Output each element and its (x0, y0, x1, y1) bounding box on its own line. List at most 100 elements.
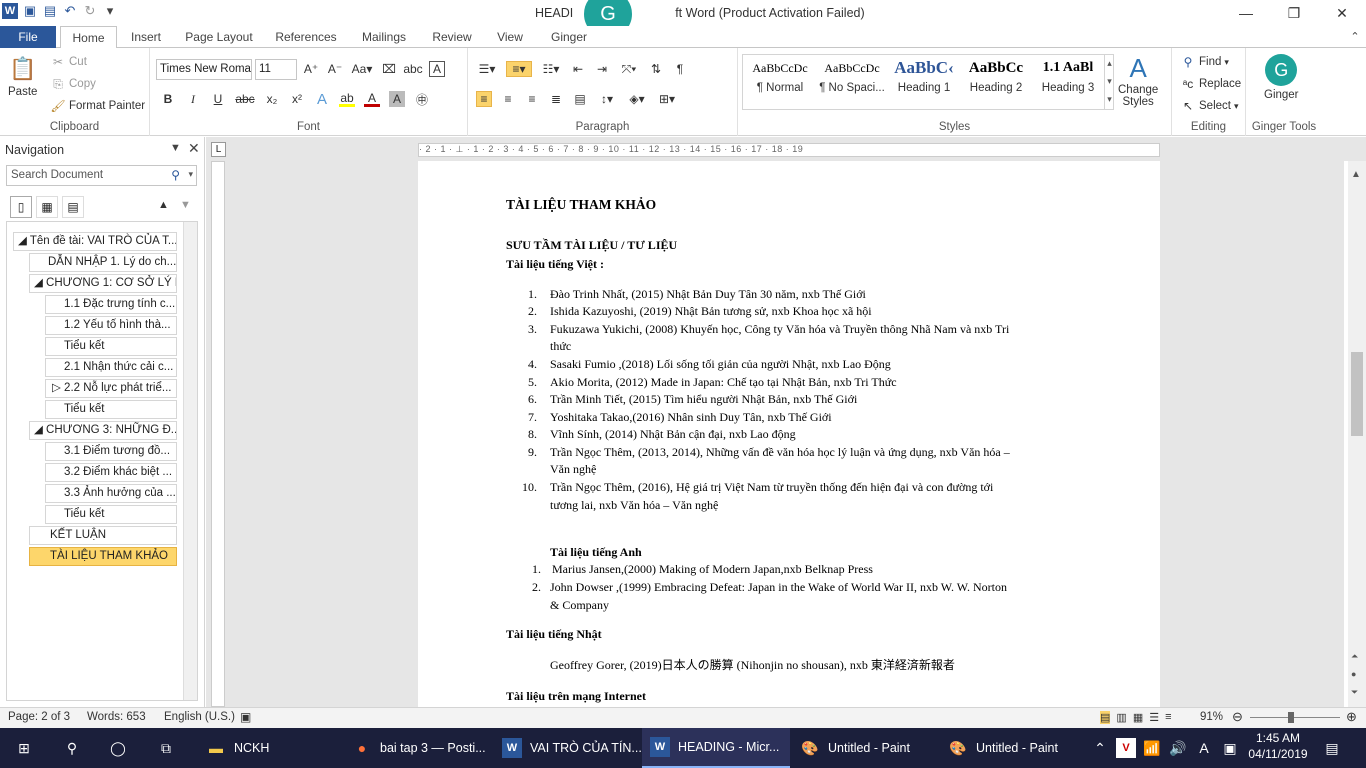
distributed-icon[interactable]: ▤ (572, 91, 588, 107)
style-heading-3[interactable]: 1.1 AaBl Heading 3 (1032, 54, 1104, 104)
zoom-slider[interactable] (1250, 717, 1340, 718)
tab-mailings[interactable]: Mailings (354, 26, 414, 48)
print-preview-icon[interactable]: ▤ (42, 3, 58, 19)
shading-icon[interactable]: ◈▾ (626, 91, 648, 107)
find-button[interactable]: ⚲ Find ▾ (1180, 54, 1229, 70)
styles-scroll[interactable]: ▴ ▾ ▾ (1104, 54, 1114, 110)
task-view-button[interactable]: ⧉ (156, 728, 176, 768)
format-painter-button[interactable]: 🖌 Format Painter (50, 98, 145, 114)
multilevel-list-icon[interactable]: ☷▾ (540, 61, 562, 77)
word-count[interactable]: Words: 653 (87, 711, 146, 723)
network-icon[interactable]: 📶 (1142, 738, 1162, 758)
clock[interactable]: 1:45 AM 04/11/2019 (1248, 731, 1308, 761)
tab-ginger[interactable]: Ginger (540, 26, 598, 48)
tab-file[interactable]: File (0, 26, 56, 48)
vertical-ruler[interactable] (211, 161, 225, 707)
headings-view-icon[interactable]: ▯ (10, 196, 32, 218)
restore-button[interactable]: ❐ (1270, 0, 1318, 26)
superscript-button[interactable]: x² (289, 91, 305, 107)
antivirus-icon[interactable]: V (1116, 738, 1136, 758)
nav-options-icon[interactable]: ▼ (170, 142, 181, 154)
nav-item[interactable]: Tiểu kết (45, 505, 177, 524)
taskbar-item[interactable]: 🎨 Untitled - Paint (940, 728, 1086, 768)
prev-page-icon[interactable]: ⏶ (1351, 651, 1358, 662)
tab-view[interactable]: View (490, 26, 530, 48)
justify-icon[interactable]: ≣ (548, 91, 564, 107)
ginger-button[interactable]: G Ginger (1264, 54, 1299, 101)
nav-item[interactable]: 2.1 Nhận thức cải c... (45, 358, 177, 377)
character-border-icon[interactable]: A (429, 61, 445, 77)
search-button[interactable]: ⚲ (62, 728, 82, 768)
align-right-icon[interactable]: ≡ (524, 91, 540, 107)
nav-item[interactable]: 1.1 Đặc trưng tính c... (45, 295, 177, 314)
nav-item[interactable]: Tiểu kết (45, 337, 177, 356)
zoom-level[interactable]: 91% (1200, 711, 1223, 723)
redo-icon[interactable]: ↻ (82, 3, 98, 19)
font-family-select[interactable]: Times New Roma (156, 59, 252, 80)
action-center-button[interactable]: ▤ (1322, 728, 1342, 768)
horizontal-ruler[interactable]: · 2 · 1 · ⊥ · 1 · 2 · 3 · 4 · 5 · 6 · 7 … (418, 143, 1160, 157)
tab-insert[interactable]: Insert (122, 26, 170, 48)
volume-icon[interactable]: 🔊 (1168, 738, 1188, 758)
subscript-button[interactable]: x₂ (264, 91, 280, 107)
copy-button[interactable]: ⎘ Copy (50, 76, 96, 92)
character-shading-icon[interactable]: A (389, 91, 405, 107)
nav-search-input[interactable]: Search Document ⚲ ▾ (6, 165, 197, 186)
cut-button[interactable]: ✂ Cut (50, 54, 87, 70)
change-styles-button[interactable]: A Change Styles (1118, 52, 1158, 109)
outline-icon[interactable]: ☰ (1149, 711, 1159, 724)
pages-view-icon[interactable]: ▦ (36, 196, 58, 218)
nav-item[interactable]: 3.3 Ảnh hưởng của ... (45, 484, 177, 503)
highlight-icon[interactable]: ab (339, 91, 355, 107)
nav-item[interactable]: DẪN NHẬP 1. Lý do ch... (29, 253, 177, 272)
nav-item-active[interactable]: TÀI LIỆU THAM KHẢO (29, 547, 177, 566)
scroll-up-icon[interactable]: ▲ (1351, 169, 1361, 180)
nav-item[interactable]: ◢ Tên đề tài: VAI TRÒ CỦA T... (13, 232, 177, 251)
strikethrough-button[interactable]: abc (235, 91, 255, 107)
style-no-spacing[interactable]: AaBbCcDc ¶ No Spaci... (816, 54, 888, 104)
taskbar-item[interactable]: 🎨 Untitled - Paint (792, 728, 938, 768)
print-layout-icon[interactable]: ▤ (1100, 711, 1111, 724)
reading-layout-icon[interactable]: ▥ (1116, 711, 1126, 724)
close-button[interactable]: ✕ (1318, 0, 1366, 26)
phonetic-guide-icon[interactable]: abc (403, 61, 422, 77)
style-normal[interactable]: AaBbCcDc ¶ Normal (744, 54, 816, 104)
font-color-icon[interactable]: A (364, 91, 380, 107)
bullets-icon[interactable]: ☰▾ (476, 61, 498, 77)
nav-item[interactable]: ◢ CHƯƠNG 1: CƠ SỞ LÝ L... (29, 274, 177, 293)
italic-button[interactable]: I (185, 91, 201, 107)
tab-home[interactable]: Home (60, 26, 117, 49)
nav-item[interactable]: 3.1 Điểm tương đồ... (45, 442, 177, 461)
collapse-ribbon-icon[interactable]: ⌃ (1344, 26, 1366, 48)
zoom-out-icon[interactable]: ⊖ (1232, 709, 1243, 725)
taskbar-item[interactable]: ● bai tap 3 — Posti... (344, 728, 492, 768)
nav-item[interactable]: KẾT LUẬN (29, 526, 177, 545)
customize-qat-icon[interactable]: ▾ (102, 3, 118, 19)
sort-icon[interactable]: ⇅ (648, 61, 664, 77)
nav-item[interactable]: ▷ 2.2 Nỗ lực phát triể... (45, 379, 177, 398)
tab-references[interactable]: References (268, 26, 344, 48)
borders-icon[interactable]: ⊞▾ (656, 91, 678, 107)
results-view-icon[interactable]: ▤ (62, 196, 84, 218)
tab-page-layout[interactable]: Page Layout (180, 26, 258, 48)
paste-button[interactable]: 📋 Paste (8, 54, 37, 98)
style-heading-2[interactable]: AaBbCc Heading 2 (960, 54, 1032, 104)
underline-button[interactable]: U (210, 91, 226, 107)
nav-item[interactable]: 1.2 Yếu tố hình thà... (45, 316, 177, 335)
previous-heading-icon[interactable]: ▲ (158, 199, 169, 211)
search-icon[interactable]: ⚲ (171, 168, 180, 182)
search-dropdown-icon[interactable]: ▾ (188, 169, 193, 180)
page-count[interactable]: Page: 2 of 3 (8, 711, 70, 723)
font-size-select[interactable]: 11 (255, 59, 297, 80)
align-left-icon[interactable]: ≡ (476, 91, 492, 107)
enclose-characters-icon[interactable]: ㊥ (414, 91, 430, 107)
numbering-icon[interactable]: ≡▾ (506, 61, 532, 77)
show-marks-icon[interactable]: ¶ (672, 61, 688, 77)
grow-font-icon[interactable]: A⁺ (303, 61, 319, 77)
word-logo-icon[interactable]: W (2, 3, 18, 19)
shrink-font-icon[interactable]: A⁻ (327, 61, 343, 77)
minimize-button[interactable]: — (1222, 0, 1270, 26)
text-effects-icon[interactable]: A (314, 91, 330, 108)
tray-expand-icon[interactable]: ⌃ (1090, 738, 1110, 758)
asian-layout-icon[interactable]: ⤧▾ (618, 61, 640, 77)
